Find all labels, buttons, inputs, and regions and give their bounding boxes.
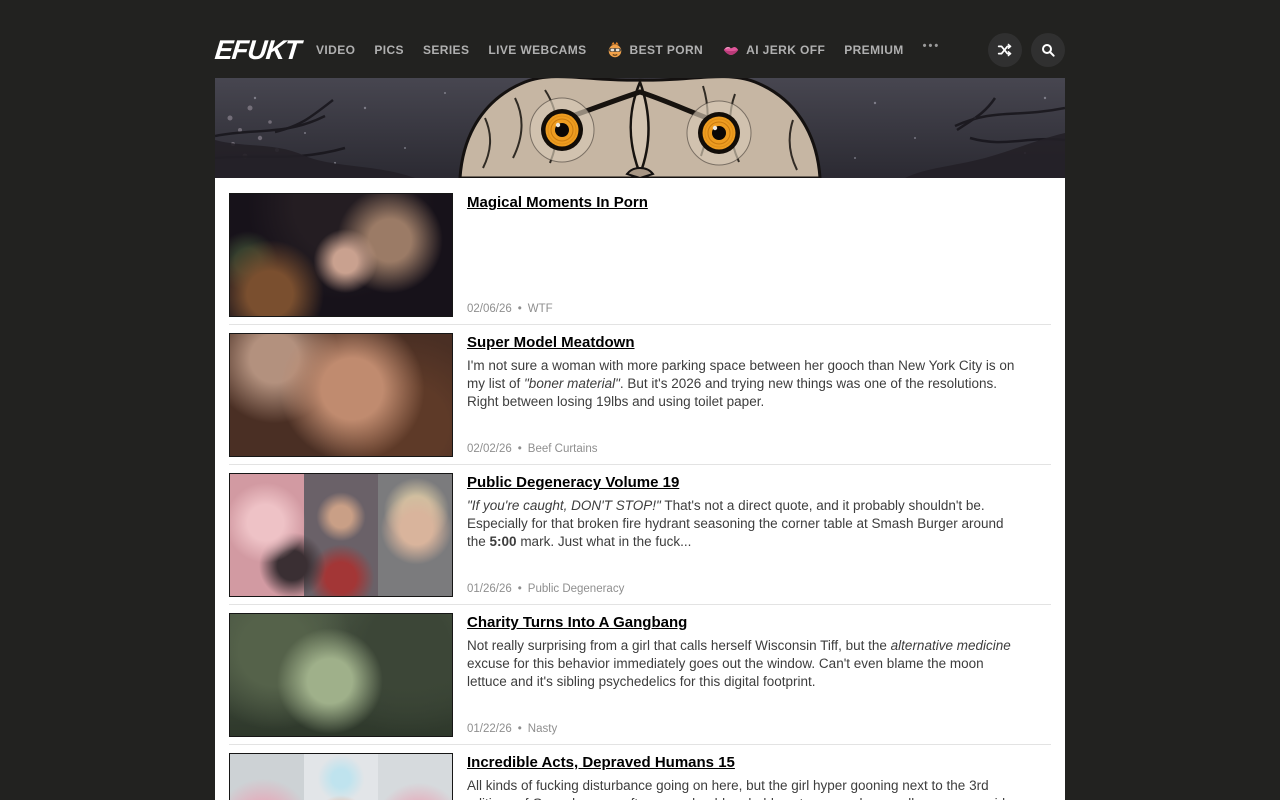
item-separator: [229, 324, 1051, 325]
meta-separator-dot: •: [518, 443, 522, 455]
video-description: "If you're caught, DON'T STOP!" That's n…: [467, 497, 1051, 551]
video-category-link[interactable]: Public Degeneracy: [528, 583, 625, 595]
search-button[interactable]: [1031, 33, 1065, 67]
video-category-link[interactable]: WTF: [528, 303, 553, 315]
video-date: 02/02/26: [467, 443, 512, 455]
video-list-item: Public Degeneracy Volume 19 "If you're c…: [229, 473, 1051, 597]
video-date: 01/22/26: [467, 723, 512, 735]
video-description: I'm not sure a woman with more parking s…: [467, 357, 1051, 411]
video-info: Incredible Acts, Depraved Humans 15 All …: [467, 753, 1051, 800]
video-list-item-block: Incredible Acts, Depraved Humans 15 All …: [229, 753, 1051, 800]
video-category-link[interactable]: Beef Curtains: [528, 443, 598, 455]
three-panel-collage-thumbnail[interactable]: [229, 473, 453, 597]
video-description: All kinds of fucking disturbance going o…: [467, 777, 1051, 800]
video-list-item-block: Super Model Meatdown I'm not sure a woma…: [229, 333, 1051, 465]
video-title-link[interactable]: Super Model Meatdown: [467, 334, 635, 351]
banner-owl-image[interactable]: [215, 78, 1065, 178]
video-info: Magical Moments In Porn 02/06/26 • WTF: [467, 193, 1051, 317]
nav-item-label: PICS: [374, 43, 404, 57]
cool-face-icon: [606, 41, 624, 59]
video-meta: 01/26/26 • Public Degeneracy: [467, 583, 624, 595]
video-description: Not really surprising from a girl that c…: [467, 637, 1051, 691]
video-date: 01/26/26: [467, 583, 512, 595]
item-separator: [229, 744, 1051, 745]
nav-item-label: BEST PORN: [630, 43, 704, 57]
video-title-link[interactable]: Incredible Acts, Depraved Humans 15: [467, 754, 735, 771]
video-list-item: Magical Moments In Porn 02/06/26 • WTF: [229, 193, 1051, 317]
video-list-item-block: Public Degeneracy Volume 19 "If you're c…: [229, 473, 1051, 605]
header-actions: [988, 33, 1065, 67]
item-separator: [229, 604, 1051, 605]
more-dots-icon: •••: [923, 41, 941, 59]
dark-club-scene-thumbnail[interactable]: [229, 193, 453, 317]
shuffle-button[interactable]: [988, 33, 1022, 67]
nav-item-ai-jerk-off[interactable]: AI JERK OFF: [722, 41, 825, 59]
nav-item-label: AI JERK OFF: [746, 43, 825, 57]
video-info: Super Model Meatdown I'm not sure a woma…: [467, 333, 1051, 457]
video-info: Charity Turns Into A Gangbang Not really…: [467, 613, 1051, 737]
lips-icon: [722, 41, 740, 59]
video-meta: 02/06/26 • WTF: [467, 303, 553, 315]
video-meta: 02/02/26 • Beef Curtains: [467, 443, 597, 455]
video-title-link[interactable]: Charity Turns Into A Gangbang: [467, 614, 687, 631]
video-list-item-block: Charity Turns Into A Gangbang Not really…: [229, 613, 1051, 745]
nav-item-best-porn[interactable]: BEST PORN: [606, 41, 704, 59]
brunette-closeup-thumbnail[interactable]: [229, 333, 453, 457]
video-list-item: Incredible Acts, Depraved Humans 15 All …: [229, 753, 1051, 800]
nav-item-label: SERIES: [423, 43, 469, 57]
nav-item-video[interactable]: VIDEO: [316, 43, 355, 57]
video-list-item: Super Model Meatdown I'm not sure a woma…: [229, 333, 1051, 457]
video-category-link[interactable]: Nasty: [528, 723, 557, 735]
video-list-item: Charity Turns Into A Gangbang Not really…: [229, 613, 1051, 737]
video-info: Public Degeneracy Volume 19 "If you're c…: [467, 473, 1051, 597]
efukt-logo[interactable]: EFUKT: [213, 35, 301, 66]
nav-item-more[interactable]: •••: [923, 41, 941, 59]
nav-item-label: PREMIUM: [844, 43, 903, 57]
night-vision-scene-thumbnail[interactable]: [229, 613, 453, 737]
video-title-link[interactable]: Public Degeneracy Volume 19: [467, 474, 679, 491]
video-list-item-block: Magical Moments In Porn 02/06/26 • WTF: [229, 193, 1051, 325]
meta-separator-dot: •: [518, 303, 522, 315]
video-date: 02/06/26: [467, 303, 512, 315]
meta-separator-dot: •: [518, 583, 522, 595]
nav-item-pics[interactable]: PICS: [374, 43, 404, 57]
item-separator: [229, 464, 1051, 465]
nav-item-series[interactable]: SERIES: [423, 43, 469, 57]
nav-item-label: LIVE WEBCAMS: [488, 43, 586, 57]
shuffle-icon: [997, 42, 1013, 58]
nav-item-live-webcams[interactable]: LIVE WEBCAMS: [488, 43, 586, 57]
nav-item-label: VIDEO: [316, 43, 355, 57]
video-list: Magical Moments In Porn 02/06/26 • WTF S…: [215, 178, 1065, 800]
video-title-link[interactable]: Magical Moments In Porn: [467, 194, 648, 211]
bright-room-collage-thumbnail[interactable]: [229, 753, 453, 800]
main-nav: VIDEO PICS SERIES LIVE WEBCAMS BEST PORN AI J…: [316, 41, 941, 59]
meta-separator-dot: •: [518, 723, 522, 735]
top-navigation-bar: EFUKT VIDEO PICS SERIES LIVE WEBCAMS BEST PO…: [215, 0, 1065, 78]
nav-item-premium[interactable]: PREMIUM: [844, 43, 903, 57]
search-icon: [1040, 42, 1056, 58]
video-meta: 01/22/26 • Nasty: [467, 723, 557, 735]
